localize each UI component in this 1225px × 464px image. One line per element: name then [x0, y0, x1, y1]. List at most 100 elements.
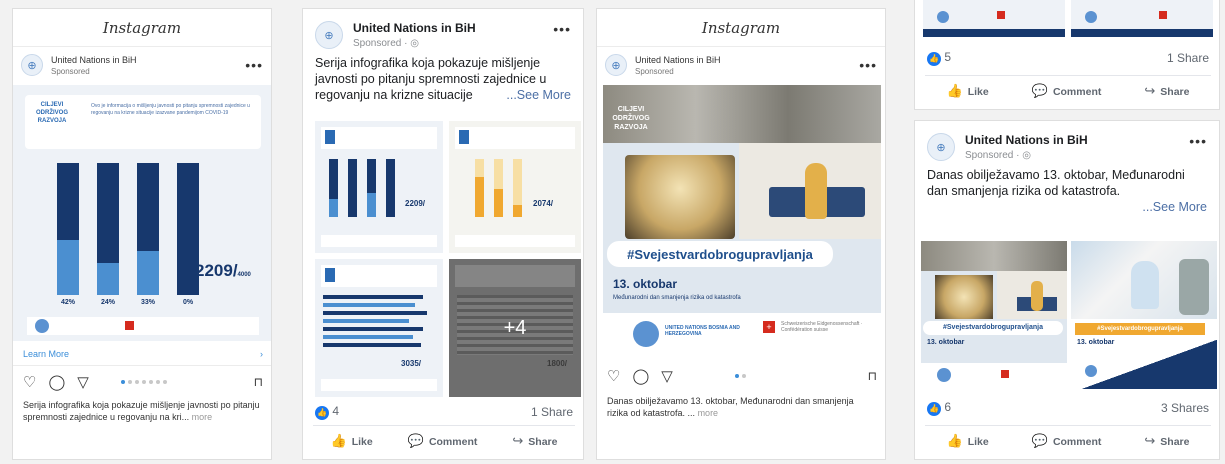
send-icon[interactable]: ▽ — [77, 373, 89, 391]
more-options-icon[interactable]: ••• — [553, 21, 571, 37]
comment-button[interactable]: 💬 Comment — [408, 433, 478, 449]
account-name[interactable]: United Nations in BiH — [965, 133, 1189, 147]
like-button[interactable]: 👍 Like — [331, 433, 373, 449]
caption-text: Danas obilježavamo 13. oktobar, Međunaro… — [607, 396, 854, 418]
caption-more-link[interactable]: more — [192, 412, 213, 422]
comment-label: Comment — [1052, 85, 1102, 98]
big-number-total: 4000 — [237, 272, 251, 278]
post-image[interactable]: CILJEVI ODRŽIVOG RAZVOJA #Svejestvardobr… — [603, 85, 881, 359]
comment-icon[interactable]: ◯ — [632, 367, 649, 385]
bar-label-3: 33% — [140, 299, 155, 306]
instagram-post-card-1: Instagram ⊕ United Nations in BiH Sponso… — [12, 8, 272, 460]
account-name[interactable]: United Nations in BiH — [635, 55, 859, 65]
share-label: Share — [528, 435, 558, 448]
like-label: Like — [967, 85, 989, 98]
bar-remainder-1 — [57, 163, 79, 240]
post-text: Serija infografika koja pokazuje mišljen… — [303, 55, 583, 103]
avatar[interactable]: ⊕ — [927, 133, 955, 161]
avatar[interactable]: ⊕ — [315, 21, 343, 49]
comment-icon[interactable]: ◯ — [48, 373, 65, 391]
grid-tile-4[interactable]: 1800/ +4 — [449, 259, 581, 397]
like-button[interactable]: 👍 Like — [947, 433, 989, 449]
comment-button[interactable]: 💬 Comment — [1032, 433, 1102, 449]
swiss-flag-icon: + — [763, 321, 775, 333]
more-options-icon[interactable]: ••• — [245, 57, 263, 73]
post-header: ⊕ United Nations in BiH Sponsored · ◎ ••… — [915, 121, 1219, 167]
chevron-right-icon: › — [260, 348, 263, 359]
post-image-partial[interactable] — [923, 0, 1213, 37]
tile-number: 2074/ — [533, 199, 554, 208]
grid-tile-1[interactable]: 2209/ — [315, 121, 443, 253]
ig-action-bar: ♡ ◯ ▽ ⊓ — [13, 369, 271, 395]
like-count[interactable]: 6 — [944, 400, 951, 414]
globe-icon: ◎ — [1022, 150, 1031, 161]
post-text-body: Danas obilježavamo 13. oktobar, Međunaro… — [927, 168, 1185, 198]
share-icon: ↪ — [1144, 82, 1156, 98]
intro-text: Ovo je informacija o mišljenju javnosti … — [91, 103, 250, 116]
share-count[interactable]: 1 Share — [1167, 51, 1209, 65]
reactions-bar: 👍 6 3 Shares — [915, 399, 1219, 417]
facebook-post-card-top: 👍 5 1 Share 👍 Like 💬 Comment ↪ Share — [914, 0, 1220, 110]
share-label: Share — [1160, 435, 1190, 448]
like-label: Like — [351, 435, 373, 448]
bar-1 — [57, 163, 79, 295]
like-reaction-icon: 👍 — [927, 401, 941, 416]
share-count[interactable]: 1 Share — [531, 405, 573, 419]
comment-button[interactable]: 💬 Comment — [1032, 83, 1102, 99]
share-count[interactable]: 3 Shares — [1161, 401, 1209, 415]
big-number: 2209/ — [195, 261, 238, 280]
share-label: Share — [1160, 85, 1190, 98]
like-button[interactable]: 👍 Like — [947, 83, 989, 99]
more-options-icon[interactable]: ••• — [859, 57, 877, 73]
learn-more-link[interactable]: Learn More › — [13, 342, 271, 366]
caption-more-link[interactable]: more — [698, 408, 719, 418]
heart-icon[interactable]: ♡ — [607, 367, 620, 385]
more-photos-overlay[interactable]: +4 — [449, 259, 581, 397]
caption: Danas obilježavamo 13. oktobar, Međunaro… — [597, 393, 885, 421]
thumbs-up-icon: 👍 — [946, 82, 963, 98]
bookmark-icon[interactable]: ⊓ — [868, 369, 877, 383]
person-figure — [805, 163, 827, 219]
grid-tile-3[interactable]: 3035/ — [315, 259, 443, 397]
sdg-logo: CILJEVI ODRŽIVOG RAZVOJA — [612, 106, 650, 131]
comment-icon: 💬 — [1031, 82, 1048, 98]
hashtag-banner[interactable]: #Svejestvardobrogupravljanja — [923, 321, 1063, 335]
share-button[interactable]: ↪ Share — [1144, 83, 1189, 99]
grid-tile-2[interactable]: #Svejestvardobrogupravljanja 13. oktobar — [1071, 241, 1217, 389]
sdg-logo: CILJEVI ODRŽIVOG RAZVOJA — [35, 102, 68, 124]
bookmark-icon[interactable]: ⊓ — [254, 375, 263, 389]
date-title: 13. oktobar — [613, 277, 678, 291]
send-icon[interactable]: ▽ — [661, 367, 673, 385]
like-count[interactable]: 5 — [944, 50, 951, 64]
avatar[interactable]: ⊕ — [605, 54, 627, 76]
hashtag-banner[interactable]: #Svejestvardobrogupravljanja — [607, 241, 833, 267]
sponsored-label: Sponsored · — [965, 150, 1023, 161]
post-text: Danas obilježavamo 13. oktobar, Međunaro… — [915, 167, 1219, 214]
account-name[interactable]: United Nations in BiH — [51, 55, 245, 65]
grid-tile-1[interactable]: #Svejestvardobrogupravljanja 13. oktobar — [921, 241, 1067, 389]
bar-label-1: 42% — [60, 299, 75, 306]
un-logo-icon — [633, 321, 659, 347]
like-count[interactable]: 4 — [332, 404, 339, 418]
action-bar: 👍 Like 💬 Comment ↪ Share — [313, 425, 575, 455]
reactions-bar: 👍 5 1 Share — [915, 49, 1219, 67]
share-button[interactable]: ↪ Share — [512, 433, 557, 449]
see-more-link[interactable]: ...See More — [1142, 199, 1207, 215]
infographic-image[interactable]: CILJEVI ODRŽIVOG RAZVOJA Ovo je informac… — [13, 85, 271, 341]
see-more-link[interactable]: ...See More — [506, 87, 571, 103]
grid-tile-2[interactable]: 2074/ — [449, 121, 581, 253]
tile-number: 2209/ — [405, 199, 426, 208]
photo-grid: #Svejestvardobrogupravljanja 13. oktobar… — [921, 241, 1217, 389]
account-name[interactable]: United Nations in BiH — [353, 21, 553, 35]
avatar[interactable]: ⊕ — [21, 54, 43, 76]
un-org-name: UNITED NATIONS BOSNIA AND HERZEGOVINA — [665, 325, 740, 337]
facebook-post-card-2: ⊕ United Nations in BiH Sponsored · ◎ ••… — [914, 120, 1220, 460]
swiss-org-name: Schweizerische Eidgenossenschaft · Confé… — [781, 321, 863, 333]
heart-icon[interactable]: ♡ — [23, 373, 36, 391]
like-reaction-icon: 👍 — [927, 51, 941, 66]
app-title: Instagram — [13, 9, 271, 47]
sponsored-label: Sponsored · — [353, 38, 411, 49]
bar-remainder-3 — [137, 163, 159, 251]
more-options-icon[interactable]: ••• — [1189, 133, 1207, 149]
share-button[interactable]: ↪ Share — [1144, 433, 1189, 449]
